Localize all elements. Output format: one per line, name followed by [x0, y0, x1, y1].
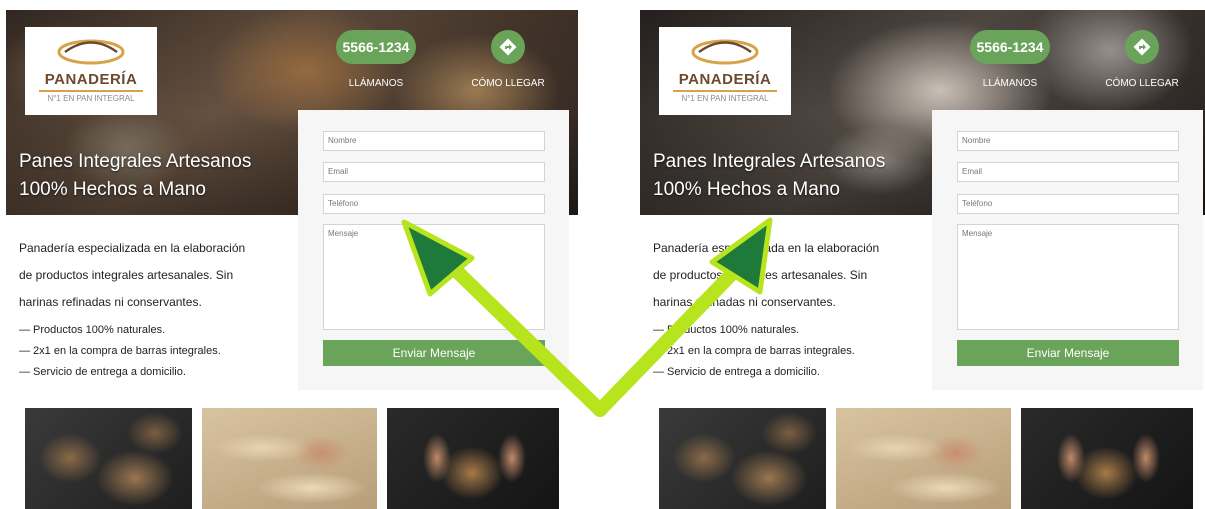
arrow-annotation-icon [401, 217, 773, 417]
